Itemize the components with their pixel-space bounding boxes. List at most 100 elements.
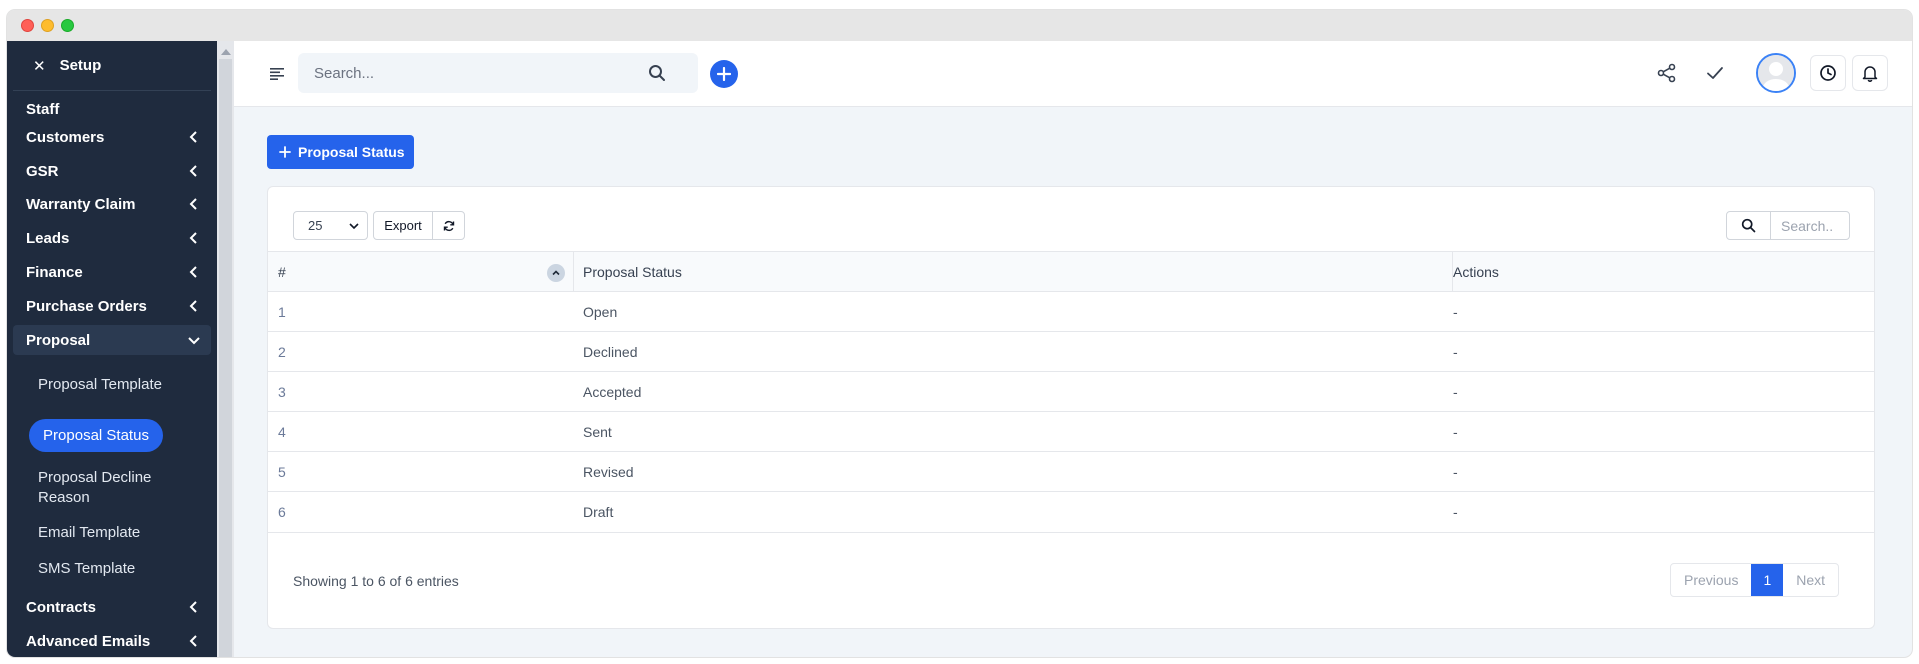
quick-add-button[interactable] bbox=[710, 60, 738, 88]
sidebar-item-warranty-claim[interactable]: Warranty Claim bbox=[13, 189, 211, 219]
chevron-left-icon bbox=[189, 601, 197, 613]
row-actions: - bbox=[1453, 424, 1458, 440]
row-actions: - bbox=[1453, 464, 1458, 480]
search-icon bbox=[1741, 218, 1756, 233]
sidebar-subitem-proposal-decline-reason[interactable]: Proposal Decline Reason bbox=[38, 468, 168, 508]
close-window-button[interactable] bbox=[21, 19, 34, 32]
sidebar-item-proposal[interactable]: Proposal bbox=[13, 325, 211, 355]
column-header-proposal-status[interactable]: Proposal Status bbox=[583, 252, 1283, 292]
plus-icon bbox=[279, 146, 291, 158]
chevron-left-icon bbox=[189, 198, 197, 210]
refresh-icon bbox=[443, 220, 454, 231]
page-length-select[interactable]: 25 bbox=[293, 211, 368, 240]
search-icon[interactable] bbox=[648, 64, 666, 82]
chevron-left-icon bbox=[189, 266, 197, 278]
sidebar-item-label: Contracts bbox=[26, 598, 97, 616]
export-button[interactable]: Export bbox=[373, 211, 433, 240]
column-divider bbox=[573, 252, 574, 292]
sidebar-item-label: Staff bbox=[26, 100, 60, 118]
table-row: 4 Sent - bbox=[268, 411, 1874, 451]
row-status[interactable]: Draft bbox=[583, 492, 1283, 532]
row-status[interactable]: Sent bbox=[583, 412, 1283, 452]
sidebar-item-contracts[interactable]: Contracts bbox=[13, 592, 211, 622]
chevron-left-icon bbox=[189, 165, 197, 177]
add-button-label: Proposal Status bbox=[298, 144, 405, 160]
column-header-number[interactable]: # bbox=[278, 252, 568, 292]
add-proposal-status-button[interactable]: Proposal Status bbox=[267, 135, 414, 169]
sidebar-item-label: Purchase Orders bbox=[26, 297, 147, 315]
chevron-up-icon bbox=[552, 270, 560, 276]
table-search-button[interactable] bbox=[1726, 211, 1771, 240]
pagination: Previous 1 Next bbox=[1670, 563, 1840, 597]
notifications-button[interactable] bbox=[1852, 55, 1888, 91]
sidebar-item-label: Proposal bbox=[26, 331, 91, 349]
user-avatar-icon bbox=[1758, 55, 1794, 91]
table-row: 5 Revised - bbox=[268, 451, 1874, 491]
sidebar-scrollbar[interactable] bbox=[217, 41, 234, 657]
proposal-status-card: 25 Export Search.. # Proposal Status Act… bbox=[267, 186, 1875, 629]
sidebar-item-label: Leads bbox=[26, 229, 70, 247]
sidebar-item-label: Warranty Claim bbox=[26, 195, 136, 213]
chevron-left-icon bbox=[189, 300, 197, 312]
sidebar-subitem-sms-template[interactable]: SMS Template bbox=[38, 559, 135, 579]
sidebar-item-purchase-orders[interactable]: Purchase Orders bbox=[13, 291, 211, 321]
row-status[interactable]: Declined bbox=[583, 332, 1283, 372]
chevron-left-icon bbox=[189, 131, 197, 143]
check-icon[interactable] bbox=[1704, 62, 1726, 84]
sidebar-subitem-proposal-template[interactable]: Proposal Template bbox=[38, 375, 162, 395]
sidebar-item-label: Advanced Emails bbox=[26, 632, 151, 650]
row-status[interactable]: Revised bbox=[583, 452, 1283, 492]
row-actions: - bbox=[1453, 304, 1458, 320]
row-status[interactable]: Accepted bbox=[583, 372, 1283, 412]
top-bar: Search... bbox=[234, 41, 1912, 107]
page-1-button[interactable]: 1 bbox=[1751, 564, 1784, 596]
sidebar: ✕ Setup Staff Customers GSR Warranty Cla… bbox=[7, 41, 217, 657]
share-icon[interactable] bbox=[1656, 62, 1678, 84]
timer-button[interactable] bbox=[1810, 55, 1846, 91]
sidebar-item-gsr[interactable]: GSR bbox=[13, 156, 211, 186]
row-status[interactable]: Open bbox=[583, 292, 1283, 332]
window-titlebar bbox=[7, 10, 1912, 41]
chevron-left-icon bbox=[189, 635, 197, 647]
table-info: Showing 1 to 6 of 6 entries bbox=[293, 573, 459, 589]
avatar[interactable] bbox=[1756, 53, 1796, 93]
table-header-row: # Proposal Status Actions bbox=[268, 251, 1874, 292]
sidebar-item-customers[interactable]: Customers bbox=[13, 122, 211, 152]
sort-ascending-icon[interactable] bbox=[547, 264, 565, 282]
sidebar-item-leads[interactable]: Leads bbox=[13, 223, 211, 253]
sidebar-title: Setup bbox=[59, 57, 102, 74]
previous-page-button[interactable]: Previous bbox=[1671, 564, 1751, 596]
table-row: 3 Accepted - bbox=[268, 371, 1874, 411]
sidebar-item-finance[interactable]: Finance bbox=[13, 257, 211, 287]
clock-icon bbox=[1820, 65, 1836, 81]
maximize-window-button[interactable] bbox=[61, 19, 74, 32]
sidebar-header: ✕ Setup bbox=[13, 41, 211, 91]
chevron-left-icon bbox=[189, 232, 197, 244]
row-number: 2 bbox=[278, 344, 286, 360]
hamburger-icon[interactable] bbox=[270, 68, 284, 80]
sidebar-item-label: Customers bbox=[26, 128, 105, 146]
table-search-input[interactable]: Search.. bbox=[1770, 211, 1850, 240]
scrollbar-track[interactable] bbox=[219, 59, 232, 657]
table-row: 6 Draft - bbox=[268, 491, 1874, 531]
plus-icon bbox=[717, 67, 731, 81]
refresh-button[interactable] bbox=[432, 211, 465, 240]
sidebar-item-label: Finance bbox=[26, 263, 83, 281]
sidebar-item-staff[interactable]: Staff bbox=[13, 94, 211, 124]
chevron-down-icon bbox=[188, 337, 200, 345]
row-number: 6 bbox=[278, 504, 286, 520]
sidebar-item-advanced-emails[interactable]: Advanced Emails bbox=[13, 626, 211, 656]
proposal-status-table: # Proposal Status Actions 1 Open - 2 Dec… bbox=[268, 251, 1874, 531]
row-number: 1 bbox=[278, 304, 286, 320]
bell-icon bbox=[1862, 66, 1878, 82]
sidebar-subitem-email-template[interactable]: Email Template bbox=[38, 523, 140, 543]
global-search-input[interactable]: Search... bbox=[298, 53, 698, 93]
scroll-up-icon[interactable] bbox=[221, 49, 231, 55]
row-actions: - bbox=[1453, 504, 1458, 520]
next-page-button[interactable]: Next bbox=[1783, 564, 1838, 596]
sidebar-subitem-proposal-status[interactable]: Proposal Status bbox=[29, 419, 163, 452]
table-row: 1 Open - bbox=[268, 291, 1874, 331]
close-icon[interactable]: ✕ bbox=[33, 57, 46, 75]
minimize-window-button[interactable] bbox=[41, 19, 54, 32]
page-length-value: 25 bbox=[308, 218, 323, 233]
